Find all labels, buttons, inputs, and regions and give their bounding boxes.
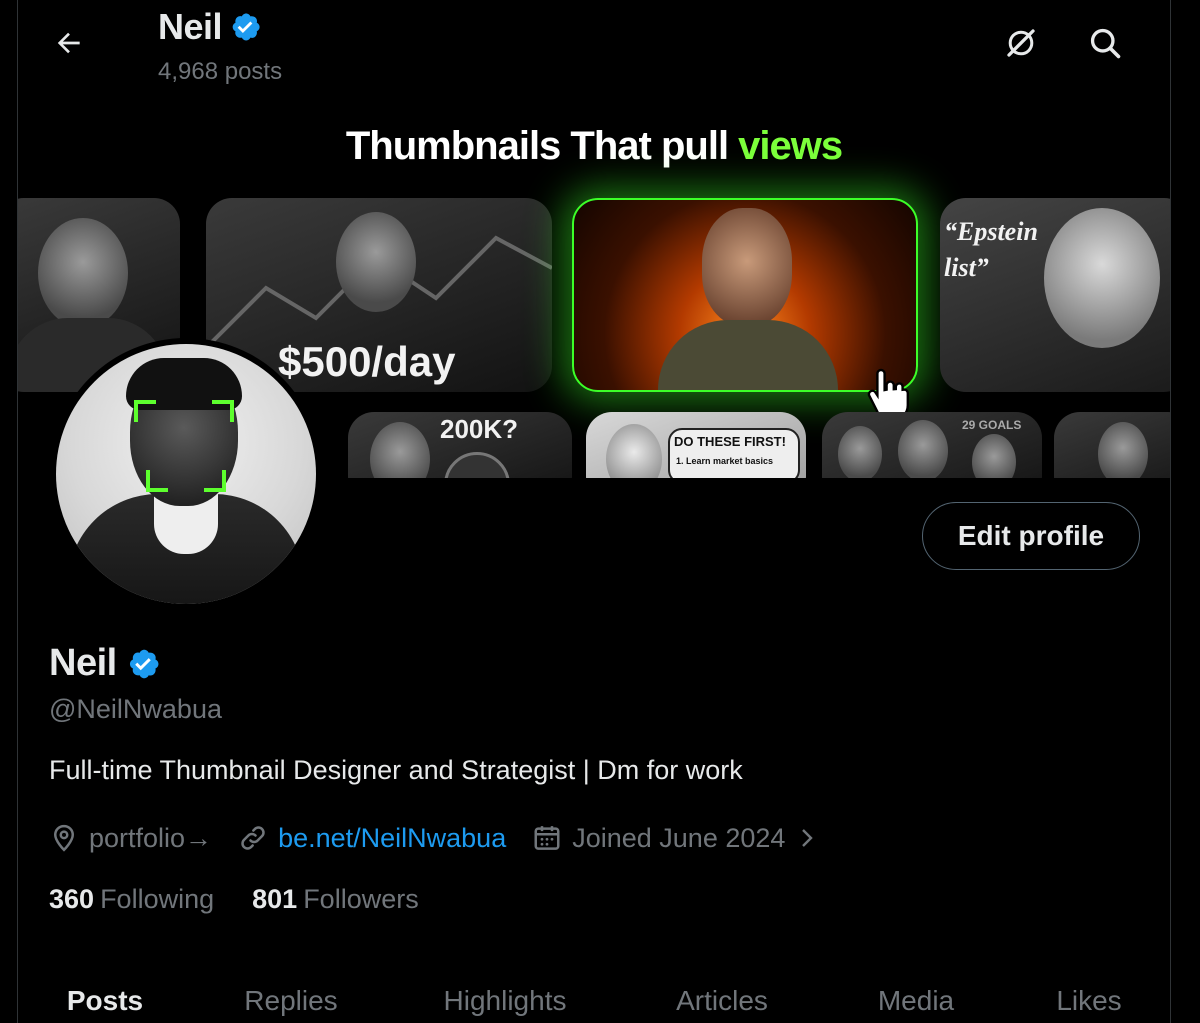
tab-likes[interactable]: Likes [1008, 965, 1170, 1023]
thumbnail-caption-box: DO THESE FIRST! 1. Learn market basics [668, 428, 800, 478]
tab-articles[interactable]: Articles [620, 965, 824, 1023]
tab-replies[interactable]: Replies [192, 965, 390, 1023]
profile-avatar[interactable] [50, 338, 322, 610]
followers-count: 801 [252, 884, 298, 914]
banner-thumbnail [1054, 412, 1170, 478]
profile-joined-text: Joined June 2024 [572, 822, 786, 853]
profile-handle: @NeilNwabua [49, 694, 222, 724]
banner-thumbnail: 29 GOALS [822, 412, 1042, 478]
thumbnail-face [606, 424, 662, 478]
avatar-image [56, 344, 316, 604]
header-name: Neil [158, 6, 262, 48]
grok-icon [1007, 29, 1035, 57]
thumbnail-caption: 29 GOALS [962, 418, 1022, 432]
thumbnail-face [838, 426, 882, 478]
search-button[interactable] [1082, 20, 1128, 66]
location-pin-icon [53, 824, 75, 852]
banner-title-accent: views [738, 124, 843, 168]
banner-title-main: Thumbnails That pull [345, 124, 739, 168]
grok-button[interactable] [998, 20, 1044, 66]
header-name-text: Neil [158, 6, 223, 47]
thumbnail-face [38, 218, 128, 328]
following-label: Following [100, 884, 215, 914]
profile-location: portfolio→ [49, 823, 212, 854]
verified-badge-icon[interactable] [125, 646, 161, 682]
thumbnail-caption: 200K? [440, 414, 519, 444]
profile-name-text: Neil [49, 642, 117, 684]
edit-profile-button[interactable]: Edit profile [922, 502, 1140, 570]
banner-thumbnail-featured [572, 198, 918, 392]
banner-thumbnail: “Epstein list” [940, 198, 1170, 392]
verified-badge-icon [232, 13, 260, 41]
thumbnail-face [1098, 422, 1148, 478]
profile-location-text: portfolio→ [89, 822, 213, 853]
thumbnail-caption: DO THESE FIRST! [674, 434, 786, 449]
following-count: 360 [49, 884, 95, 914]
face-frame-corner-br [204, 470, 226, 492]
following-link[interactable]: 360 Following [49, 884, 214, 915]
tab-posts[interactable]: Posts [18, 965, 192, 1023]
banner-thumbnail: DO THESE FIRST! 1. Learn market basics [586, 412, 806, 478]
thumbnail-coin [444, 452, 510, 478]
link-icon [241, 826, 265, 850]
thumbnail-caption-sub: 1. Learn market basics [676, 456, 774, 466]
profile-website[interactable]: be.net/NeilNwabua [238, 823, 506, 854]
tab-media[interactable]: Media [824, 965, 1008, 1023]
banner-title: Thumbnails That pull views [18, 124, 1170, 169]
profile-bio: Full-time Thumbnail Designer and Strateg… [49, 755, 743, 785]
header-posts-count: 4,968 posts [158, 58, 283, 85]
profile-meta: portfolio→ be.net/NeilNwabua Joined June… [49, 818, 845, 858]
calendar-icon [534, 826, 560, 850]
tab-highlights[interactable]: Highlights [390, 965, 620, 1023]
face-frame-corner-tr [212, 400, 234, 422]
banner-thumbnail: 200K? [348, 412, 572, 478]
back-button[interactable] [46, 20, 92, 66]
profile-name: Neil [49, 642, 161, 685]
thumbnail-caption: $500/day [278, 338, 456, 385]
thumbnail-figure [658, 320, 838, 390]
profile-tabs: Posts Replies Highlights Articles Media … [18, 965, 1170, 1023]
thumbnail-face [972, 434, 1016, 478]
followers-link[interactable]: 801 Followers [252, 884, 419, 915]
profile-joined[interactable]: Joined June 2024 [532, 823, 819, 854]
arrow-left-icon [57, 32, 80, 54]
chevron-right-icon [802, 829, 814, 847]
thumbnail-caption: “Epstein list” [944, 217, 1038, 282]
thumbnail-face [1044, 208, 1160, 348]
face-frame-corner-tl [134, 400, 156, 422]
thumbnail-face [370, 422, 430, 478]
profile-website-link[interactable]: be.net/NeilNwabua [278, 823, 506, 854]
face-frame-corner-bl [146, 470, 168, 492]
followers-label: Followers [303, 884, 419, 914]
search-icon [1090, 28, 1121, 59]
top-bar: Neil 4,968 posts [0, 0, 1200, 100]
thumbnail-face [336, 212, 416, 312]
thumbnail-face [702, 208, 792, 326]
profile-stats: 360 Following 801 Followers [49, 884, 419, 915]
thumbnail-face [898, 420, 948, 478]
